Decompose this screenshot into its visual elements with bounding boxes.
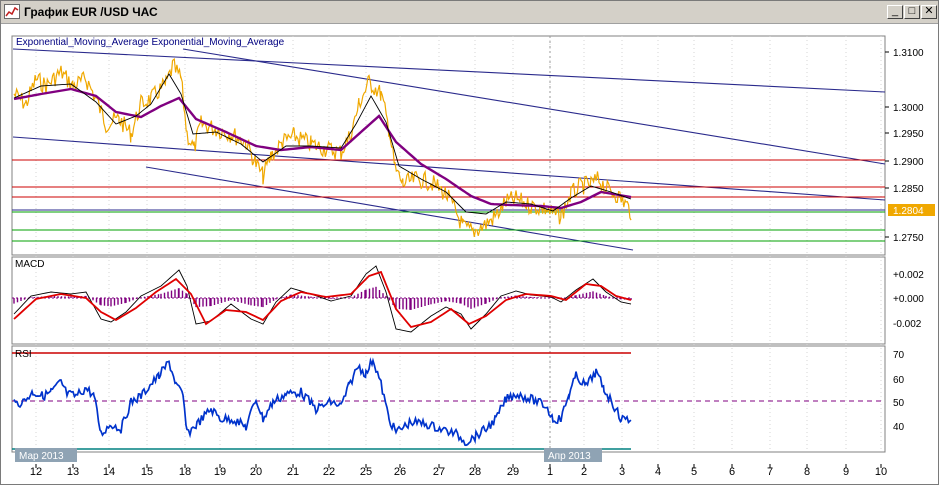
chart-window: График EUR /USD ЧАС _ □ ✕ Exponential_Mo… [0, 0, 939, 485]
price-tick-label: 1.2950 [893, 129, 924, 140]
title-bar[interactable]: График EUR /USD ЧАС _ □ ✕ [1, 1, 938, 24]
window-title: График EUR /USD ЧАС [24, 5, 158, 19]
main-price-panel[interactable] [11, 35, 886, 256]
maximize-button[interactable]: □ [904, 5, 920, 19]
rsi-tick-label: 60 [893, 375, 905, 386]
macd-tick-label: +0.002 [893, 270, 924, 281]
rsi-label: RSI [15, 349, 32, 360]
price-tick-label: 1.2750 [893, 233, 924, 244]
price-tick-label: 1.2850 [893, 184, 924, 195]
month-label-mar: Мар 2013 [19, 451, 64, 462]
month-label-apr: Апр 2013 [548, 451, 591, 462]
rsi-tick-label: 50 [893, 398, 905, 409]
current-price-label: 1.2804 [893, 206, 924, 217]
price-tick-label: 1.2900 [893, 157, 924, 168]
macd-tick-label: -0.002 [893, 319, 922, 330]
minimize-button[interactable]: _ [887, 5, 903, 19]
price-tick-label: 1.3100 [893, 48, 924, 59]
time-axis: 12 13 14 15 18 19 20 21 22 25 26 27 28 29 1 2 3 4 5 6 7 8 9 10 [30, 464, 887, 478]
macd-axis: +0.002 +0.000 -0.002 [893, 270, 924, 330]
macd-label: MACD [15, 259, 44, 270]
ema-indicator-label: Exponential_Moving_Average Exponential_M… [16, 37, 285, 48]
rsi-axis: 70 60 50 40 [893, 350, 905, 433]
chart-area[interactable]: Exponential_Moving_Average Exponential_M… [1, 24, 938, 484]
rsi-tick-label: 40 [893, 422, 905, 433]
macd-panel[interactable] [11, 256, 886, 345]
price-tick-label: 1.3000 [893, 103, 924, 114]
chart-app-icon [4, 4, 20, 19]
rsi-tick-label: 70 [893, 350, 905, 361]
close-button[interactable]: ✕ [921, 5, 937, 19]
macd-tick-label: +0.000 [893, 294, 924, 305]
